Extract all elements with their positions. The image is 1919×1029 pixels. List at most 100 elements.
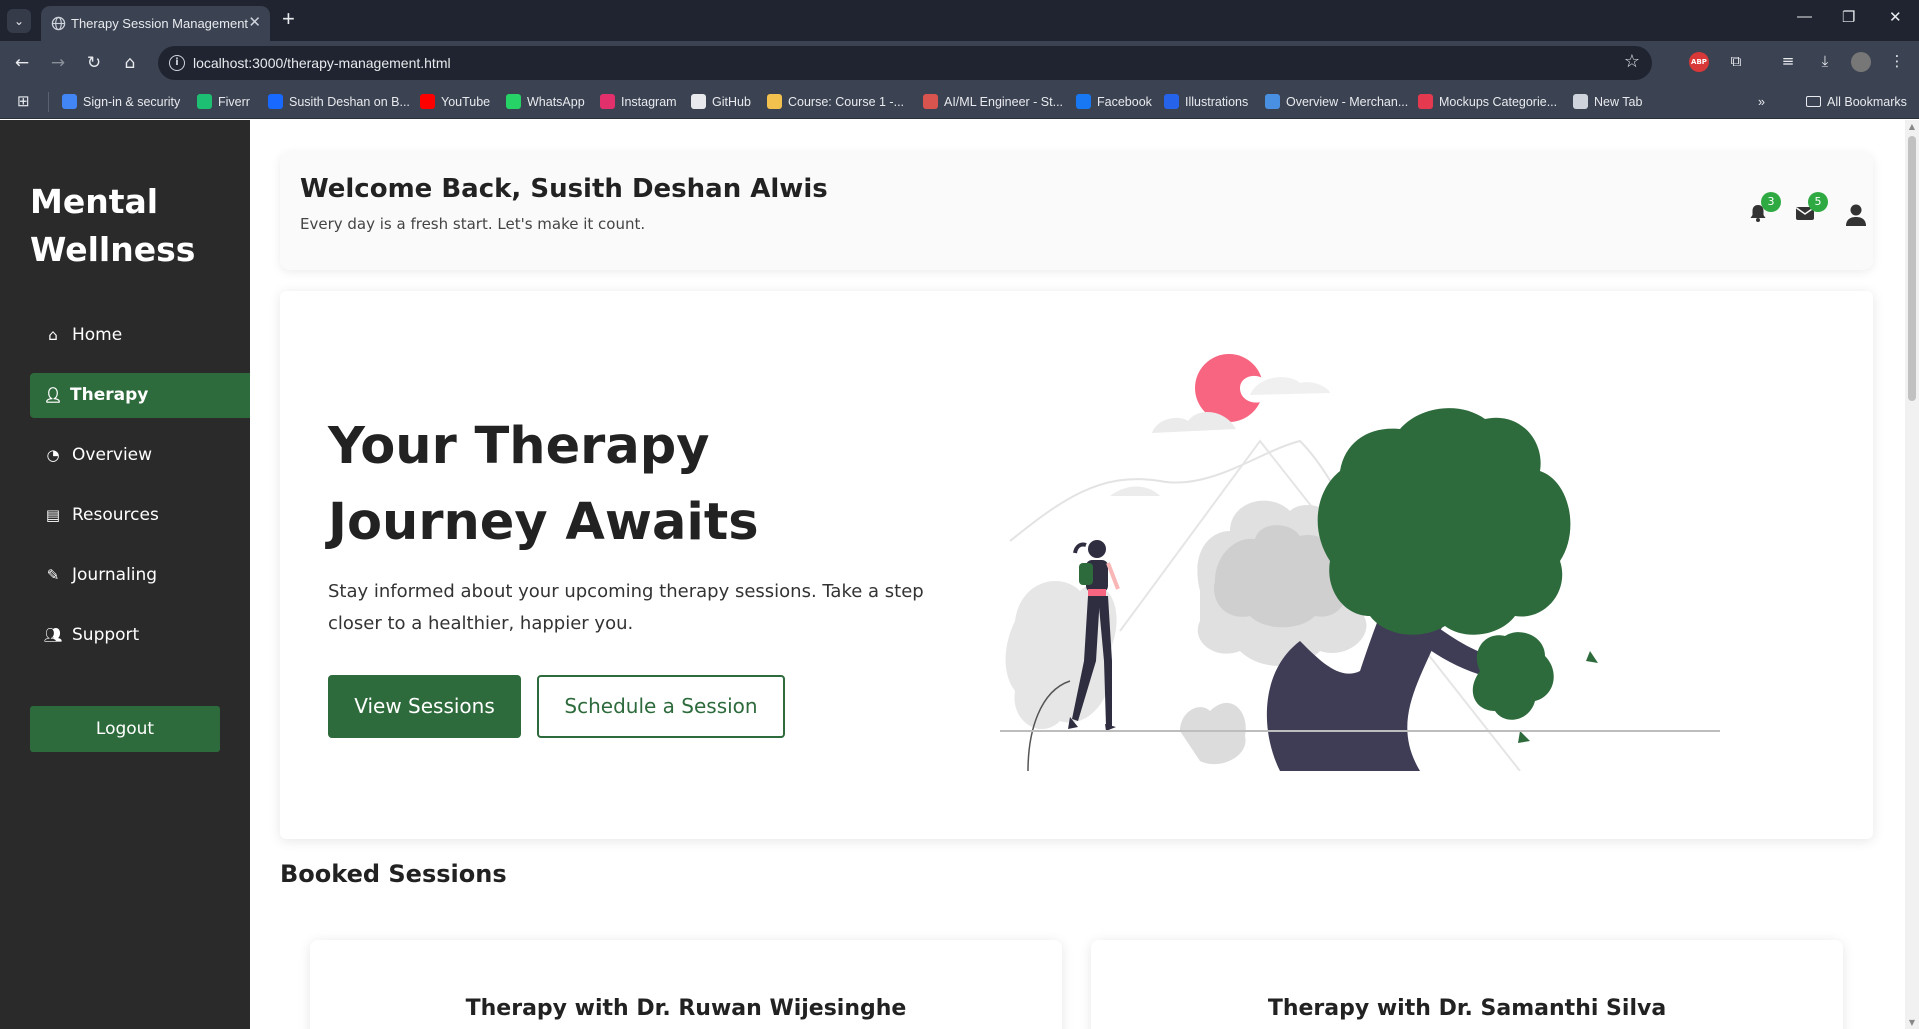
download-icon[interactable]: ⤓ [1815, 52, 1835, 72]
home-browser-icon[interactable]: ⌂ [118, 51, 142, 75]
forward-icon[interactable]: → [46, 51, 70, 75]
messages-badge: 5 [1808, 192, 1828, 212]
hero-card: Your Therapy Journey Awaits Stay informe… [280, 291, 1873, 839]
profile-avatar-icon[interactable] [1851, 52, 1871, 72]
back-icon[interactable]: ← [10, 51, 34, 75]
bookmark-label: New Tab [1594, 95, 1643, 109]
hero-title: Your Therapy Journey Awaits [328, 417, 759, 552]
sidebar-item-overview[interactable]: ◔ Overview [30, 433, 250, 478]
hiking-illustration [1000, 354, 1720, 771]
browser-menu-icon[interactable]: ⋮ [1887, 52, 1907, 72]
new-tab-button[interactable]: + [282, 6, 295, 32]
bookmark-favicon-icon [1076, 94, 1091, 109]
page-scrollbar[interactable]: ▲ ▼ [1905, 120, 1919, 1029]
sidebar-item-label: Overview [72, 445, 153, 465]
bookmark-item[interactable]: WhatsApp [506, 93, 585, 111]
browser-tab-active[interactable]: Therapy Session Management ✕ [41, 6, 270, 41]
logout-button[interactable]: Logout [30, 706, 220, 752]
sidebar: Mental Wellness ⌂ Home 👤︎ Therapy ◔ Over… [0, 120, 250, 1029]
more-bookmarks-icon[interactable]: » [1758, 93, 1765, 111]
reload-icon[interactable]: ↻ [82, 51, 106, 75]
sidebar-item-resources[interactable]: ▤ Resources [30, 493, 250, 538]
messages-button[interactable]: 5 [1792, 192, 1828, 228]
sidebar-item-label: Journaling [72, 565, 158, 585]
restore-icon[interactable]: ❐ [1842, 8, 1855, 26]
sidebar-item-label: Resources [72, 505, 159, 525]
user-icon: 👤︎ [43, 386, 63, 404]
bookmark-label: GitHub [712, 95, 751, 109]
bookmark-favicon-icon [420, 94, 435, 109]
reading-list-icon[interactable]: ≡ [1778, 52, 1798, 72]
sidebar-item-home[interactable]: ⌂ Home [30, 313, 250, 358]
session-card[interactable]: Therapy with Dr. Samanthi Silva [1091, 940, 1843, 1029]
home-icon: ⌂ [48, 326, 58, 344]
all-bookmarks-label: All Bookmarks [1827, 95, 1907, 109]
site-info-icon[interactable]: i [169, 55, 185, 71]
sidebar-item-journaling[interactable]: ✎ Journaling [30, 553, 250, 598]
bookmark-item[interactable]: Fiverr [197, 93, 250, 111]
bookmark-item[interactable]: Mockups Categorie... [1418, 93, 1557, 111]
extensions-puzzle-icon[interactable]: ⧉ [1726, 52, 1746, 72]
bookmark-item[interactable]: Course: Course 1 -... [767, 93, 904, 111]
tab-search-button[interactable]: ⌄ [7, 9, 31, 33]
bookmark-item[interactable]: Facebook [1076, 93, 1152, 111]
address-bar[interactable]: i localhost:3000/therapy-management.html… [158, 46, 1652, 80]
tab-title: Therapy Session Management [71, 16, 249, 31]
sidebar-item-label: Home [72, 325, 123, 345]
scroll-up-icon[interactable]: ▲ [1907, 122, 1917, 131]
url-text: localhost:3000/therapy-management.html [193, 55, 451, 71]
apps-grid-icon[interactable]: ⊞ [17, 93, 30, 111]
sidebar-item-therapy[interactable]: 👤︎ Therapy [30, 373, 250, 418]
bookmark-favicon-icon [691, 94, 706, 109]
bookmark-label: Illustrations [1185, 95, 1249, 109]
welcome-subtitle: Every day is a fresh start. Let's make i… [300, 215, 646, 233]
bookmark-item[interactable]: Overview - Merchan... [1265, 93, 1408, 111]
bookmark-item[interactable]: GitHub [691, 93, 751, 111]
bookmark-favicon-icon [62, 94, 77, 109]
globe-icon [51, 16, 66, 31]
bookmark-item[interactable]: Sign-in & security [62, 93, 180, 111]
bookmark-label: WhatsApp [527, 95, 585, 109]
bookmark-item[interactable]: Susith Deshan on B... [268, 93, 410, 111]
bookmark-label: YouTube [441, 95, 491, 109]
notifications-button[interactable]: 3 [1745, 192, 1781, 228]
schedule-session-button[interactable]: Schedule a Session [537, 675, 785, 738]
close-tab-icon[interactable]: ✕ [248, 13, 261, 31]
bookmark-label: Instagram [621, 95, 677, 109]
bookmark-favicon-icon [1573, 94, 1588, 109]
page-viewport: Mental Wellness ⌂ Home 👤︎ Therapy ◔ Over… [0, 120, 1919, 1029]
hero-text: Stay informed about your upcoming therap… [328, 581, 924, 634]
bookmark-label: AI/ML Engineer - St... [944, 95, 1064, 109]
bookmark-item[interactable]: YouTube [420, 93, 490, 111]
welcome-header: Welcome Back, Susith Deshan Alwis Every … [280, 152, 1873, 270]
main-content: Welcome Back, Susith Deshan Alwis Every … [250, 120, 1905, 1029]
sidebar-item-support[interactable]: 👥︎ Support [30, 613, 250, 658]
bookmark-item[interactable]: Instagram [600, 93, 677, 111]
pen-icon: ✎ [46, 566, 60, 584]
welcome-title: Welcome Back, Susith Deshan Alwis [300, 174, 828, 204]
view-sessions-button[interactable]: View Sessions [328, 675, 521, 738]
all-bookmarks-folder[interactable]: All Bookmarks [1806, 93, 1907, 111]
browser-toolbar: ← → ↻ ⌂ i localhost:3000/therapy-managem… [0, 41, 1919, 85]
adblock-extension-icon[interactable]: ABP [1689, 52, 1709, 72]
bookmark-favicon-icon [268, 94, 283, 109]
bookmark-favicon-icon [923, 94, 938, 109]
scrollbar-thumb[interactable] [1908, 136, 1916, 401]
bookmark-item[interactable]: AI/ML Engineer - St... [923, 93, 1063, 111]
session-title: Therapy with Dr. Ruwan Wijesinghe [465, 996, 907, 1021]
bookmark-star-icon[interactable]: ☆ [1624, 51, 1640, 72]
bookmark-favicon-icon [197, 94, 212, 109]
bookmark-item[interactable]: Illustrations [1164, 93, 1248, 111]
scroll-down-icon[interactable]: ▼ [1907, 1018, 1917, 1027]
bookmark-favicon-icon [1164, 94, 1179, 109]
window-close-icon[interactable]: ✕ [1889, 8, 1902, 26]
bookmark-item[interactable]: New Tab [1573, 93, 1642, 111]
bookmark-favicon-icon [767, 94, 782, 109]
bookmark-label: Susith Deshan on B... [289, 95, 410, 109]
pie-chart-icon: ◔ [46, 446, 60, 464]
profile-button[interactable] [1843, 202, 1869, 228]
session-card[interactable]: Therapy with Dr. Ruwan Wijesinghe [310, 940, 1062, 1029]
minimize-icon[interactable]: — [1797, 8, 1812, 25]
user-avatar-icon [1846, 204, 1866, 226]
notifications-badge: 3 [1761, 192, 1781, 212]
